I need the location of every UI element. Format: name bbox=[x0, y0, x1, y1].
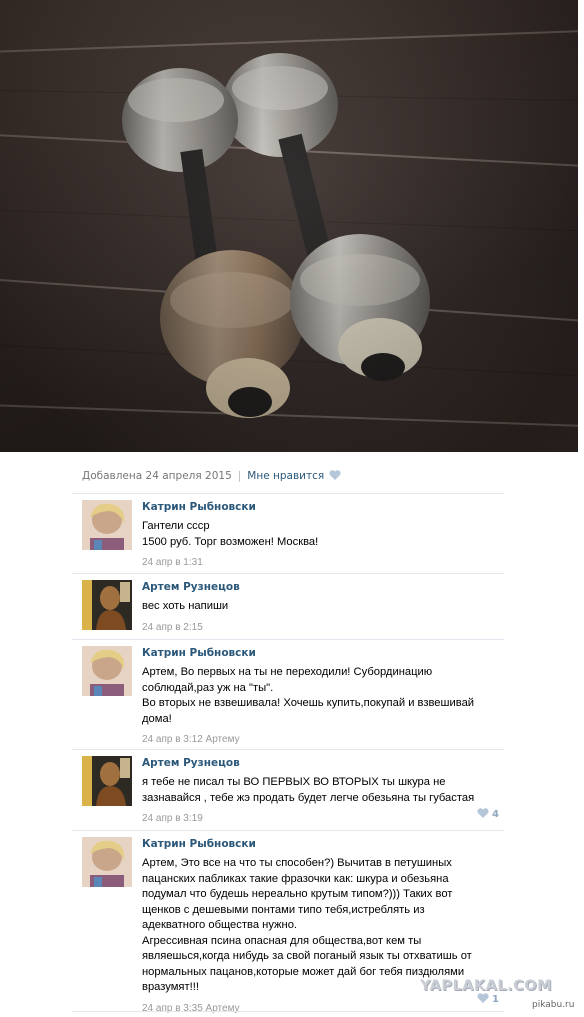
comment-text: Гантели ссср 1500 руб. Торг возможен! Мо… bbox=[142, 520, 319, 548]
avatar[interactable] bbox=[82, 837, 132, 887]
comment-like-count: 4 bbox=[492, 809, 499, 820]
avatar[interactable] bbox=[82, 756, 132, 806]
divider bbox=[72, 639, 504, 640]
heart-icon bbox=[477, 808, 489, 818]
comment-like-button[interactable]: 1 bbox=[477, 993, 499, 1005]
pikabu-watermark: pikabu.ru bbox=[532, 1000, 575, 1010]
post-date: Добавлена 24 апреля 2015 bbox=[82, 470, 232, 482]
comment-author[interactable]: Артем Рузнецов bbox=[142, 756, 504, 770]
comment-author[interactable]: Артем Рузнецов bbox=[142, 580, 504, 594]
like-button[interactable]: Мне нравится bbox=[247, 470, 324, 482]
comment-date[interactable]: 24 апр в 3:19 bbox=[142, 813, 504, 825]
comment-text: я тебе не писал ты ВО ПЕРВЫХ ВО ВТОРЫХ т… bbox=[142, 776, 475, 804]
comment-date[interactable]: 24 апр в 3:35 Артему bbox=[142, 1003, 504, 1015]
heart-icon[interactable] bbox=[329, 470, 341, 480]
photo-vignette bbox=[0, 0, 578, 452]
divider bbox=[72, 573, 504, 574]
comment-date[interactable]: 24 апр в 3:12 Артему bbox=[142, 734, 504, 746]
divider bbox=[72, 830, 504, 831]
heart-icon bbox=[477, 993, 489, 1003]
comment-date[interactable]: 24 апр в 2:15 bbox=[142, 622, 504, 634]
meta-separator: | bbox=[237, 470, 242, 482]
comment-like-count: 1 bbox=[492, 994, 499, 1005]
dumbbells-photo bbox=[0, 0, 578, 452]
divider bbox=[72, 493, 504, 494]
comment-like-button[interactable]: 4 bbox=[477, 808, 499, 820]
avatar[interactable] bbox=[82, 646, 132, 696]
post-meta: Добавлена 24 апреля 2015 | Мне нравится bbox=[82, 470, 341, 482]
divider bbox=[72, 749, 504, 750]
comment-text: Артем, Во первых на ты не переходили! Су… bbox=[142, 666, 475, 725]
comment-author[interactable]: Катрин Рыбновски bbox=[142, 646, 504, 660]
comment-date[interactable]: 24 апр в 1:31 bbox=[142, 557, 504, 569]
avatar[interactable] bbox=[82, 580, 132, 630]
avatar[interactable] bbox=[82, 500, 132, 550]
divider bbox=[72, 1011, 504, 1012]
comment-text: Артем, Это все на что ты способен?) Вычи… bbox=[142, 857, 472, 993]
yaplakal-watermark: YAPLAKAL.COM bbox=[420, 978, 553, 994]
comment-author[interactable]: Катрин Рыбновски bbox=[142, 500, 504, 514]
comment-text: вес хоть напиши bbox=[142, 600, 229, 612]
comment-author[interactable]: Катрин Рыбновски bbox=[142, 837, 504, 851]
